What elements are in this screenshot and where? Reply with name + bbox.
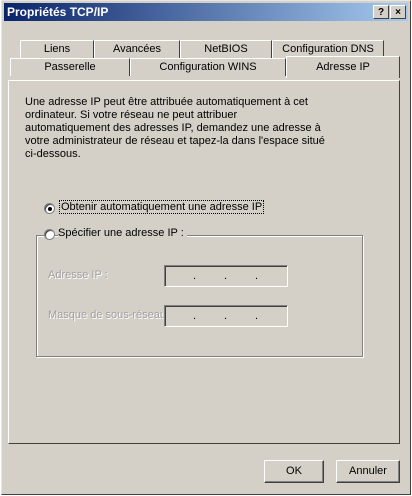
mask-separator: .	[224, 310, 228, 322]
radio-auto-ip[interactable]	[44, 203, 55, 214]
tab-avancees[interactable]: Avancées	[94, 40, 180, 58]
manual-ip-groupbox	[36, 235, 363, 357]
close-button[interactable]: ×	[390, 5, 406, 19]
title-bar: Propriétés TCP/IP ? ×	[4, 3, 408, 21]
tab-liens[interactable]: Liens	[20, 40, 94, 58]
ip-separator: .	[255, 270, 259, 282]
tab-configuration-wins[interactable]: Configuration WINS	[130, 58, 286, 76]
tab-passerelle[interactable]: Passerelle	[10, 58, 130, 76]
ok-button[interactable]: OK	[264, 460, 324, 483]
radio-auto-ip-label[interactable]: Obtenir automatiquement une adresse IP	[59, 200, 265, 214]
radio-manual-ip[interactable]	[44, 229, 55, 240]
ip-separator: .	[193, 270, 197, 282]
cancel-button[interactable]: Annuler	[336, 460, 400, 483]
mask-separator: .	[193, 310, 197, 322]
subnet-mask-input[interactable]: . . .	[164, 305, 288, 327]
description-text: Une adresse IP peut être attribuée autom…	[25, 96, 325, 160]
radio-manual-ip-label[interactable]: Spécifier une adresse IP :	[58, 227, 187, 239]
subnet-mask-label: Masque de sous-réseau :	[48, 309, 173, 321]
window-title: Propriétés TCP/IP	[7, 5, 109, 19]
close-icon: ×	[395, 7, 401, 18]
help-button[interactable]: ?	[373, 5, 389, 19]
mask-separator: .	[255, 310, 259, 322]
tab-netbios[interactable]: NetBIOS	[180, 40, 272, 58]
ip-separator: .	[224, 270, 228, 282]
radio-selected-dot	[48, 207, 52, 211]
tab-adresse-ip[interactable]: Adresse IP	[286, 56, 400, 78]
radio-auto-ip-text: Obtenir automatiquement une adresse IP	[59, 200, 265, 214]
ip-address-label: Adresse IP :	[48, 269, 108, 281]
ip-address-input[interactable]: . . .	[164, 265, 288, 287]
